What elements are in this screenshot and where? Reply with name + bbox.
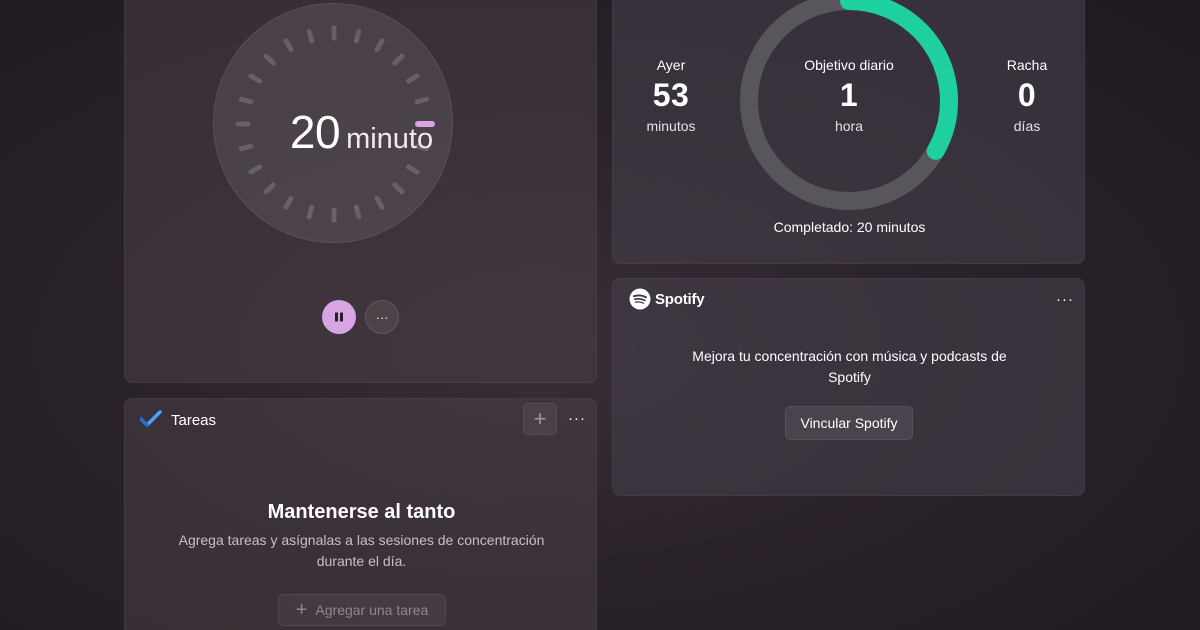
timer-tick xyxy=(392,182,405,195)
yesterday-unit: minutos xyxy=(646,118,696,134)
timer-tick xyxy=(263,182,276,195)
goal-label: Objetivo diario xyxy=(804,57,894,73)
timer-value: 20 xyxy=(289,106,341,158)
focus-timer-card: 20 minuto ··· xyxy=(124,0,597,383)
timer-tick xyxy=(306,204,315,220)
tasks-title: Tareas xyxy=(171,412,217,429)
pause-button[interactable] xyxy=(322,300,356,334)
add-task-button[interactable]: + Agregar una tarea xyxy=(278,594,446,626)
timer-tick xyxy=(283,195,294,210)
tasks-empty-description: Agrega tareas y asígnalas a las sesiones… xyxy=(178,532,545,569)
tasks-empty-heading: Mantenerse al tanto xyxy=(267,501,456,523)
timer-tick xyxy=(374,195,385,210)
timer-tick xyxy=(392,53,405,66)
timer-tick xyxy=(405,164,420,175)
timer-tick xyxy=(353,204,362,220)
goal-unit: hora xyxy=(834,118,864,134)
streak-value: 0 xyxy=(1017,77,1037,113)
yesterday-value: 53 xyxy=(652,77,690,113)
spotify-icon xyxy=(629,288,651,310)
timer-tick xyxy=(283,38,294,53)
timer-tick xyxy=(353,28,362,44)
yesterday-label: Ayer xyxy=(656,57,686,73)
spotify-more-button[interactable]: ··· xyxy=(1053,289,1077,309)
stat-yesterday: Ayer 53 minutos xyxy=(611,57,731,134)
add-task-icon-button[interactable]: + xyxy=(523,403,557,435)
timer-tick xyxy=(248,73,263,84)
timer-tick xyxy=(248,164,263,175)
tasks-more-button[interactable]: ··· xyxy=(565,408,589,428)
pause-icon xyxy=(335,312,343,322)
daily-progress-card: Ayer 53 minutos Objetivo diario 1 hora R… xyxy=(612,0,1085,264)
spotify-brand: Spotify xyxy=(655,290,705,308)
timer-tick xyxy=(405,73,420,84)
timer-tick xyxy=(374,38,385,53)
timer-tick xyxy=(306,28,315,44)
timer-unit: minuto xyxy=(346,123,434,155)
timer-readout: 20 minuto xyxy=(125,105,598,159)
tasks-card: Tareas + ··· Mantenerse al tanto Agrega … xyxy=(124,398,597,630)
completed-text: Completado: 20 minutos xyxy=(773,219,926,235)
add-task-label: Agregar una tarea xyxy=(315,602,429,618)
streak-unit: días xyxy=(1013,118,1041,134)
stat-daily-goal[interactable]: Objetivo diario 1 hora xyxy=(789,57,909,134)
stat-streak: Racha 0 días xyxy=(967,57,1087,134)
spotify-description: Mejora tu concentración con música y pod… xyxy=(692,348,1007,385)
checkmark-icon xyxy=(140,410,162,427)
streak-label: Racha xyxy=(1006,57,1048,73)
plus-icon: + xyxy=(295,599,308,621)
timer-more-button[interactable]: ··· xyxy=(365,300,399,334)
link-spotify-button[interactable]: Vincular Spotify xyxy=(785,406,913,440)
spotify-card: Spotify ··· Mejora tu concentración con … xyxy=(612,278,1085,496)
goal-value: 1 xyxy=(839,77,859,113)
timer-tick xyxy=(263,53,276,66)
timer-tick xyxy=(414,96,430,105)
spotify-logo: Spotify xyxy=(629,288,705,310)
timer-tick xyxy=(238,96,254,105)
